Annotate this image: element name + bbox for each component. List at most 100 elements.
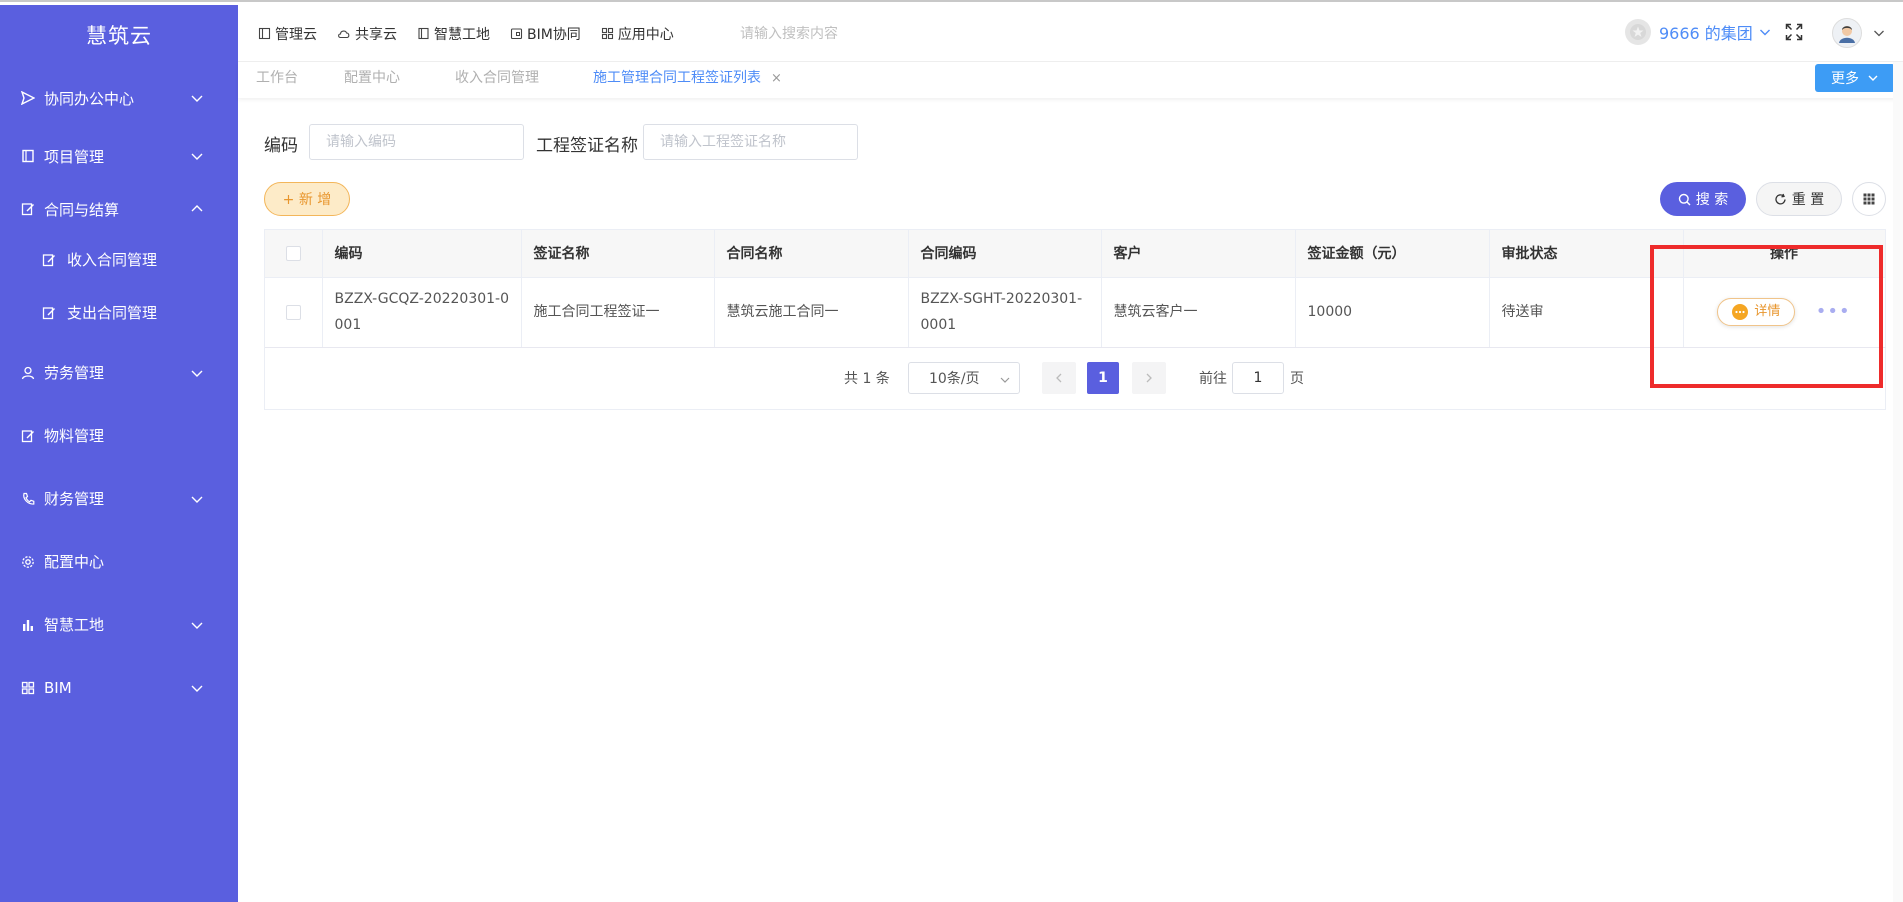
sidebar-item-bim[interactable]: BIM bbox=[0, 656, 238, 719]
top-nav: 管理云 共享云 智慧工地 BIM协同 应用中心 bbox=[258, 5, 694, 62]
chevron-down-icon bbox=[191, 685, 203, 692]
column-header[interactable]: 客户 bbox=[1101, 230, 1296, 278]
goto-label: 前往 bbox=[1199, 371, 1227, 387]
tabs-bar: 工作台 配置中心 收入合同管理 施工管理合同工程签证列表 × 更多 bbox=[238, 62, 1903, 98]
sidebar-item-project[interactable]: 项目管理 bbox=[0, 129, 238, 183]
sidebar-item-income-contract[interactable]: 收入合同管理 bbox=[0, 235, 238, 284]
column-header[interactable]: 合同名称 bbox=[714, 230, 909, 278]
grid-icon bbox=[20, 680, 36, 696]
add-label: + 新 增 bbox=[282, 192, 332, 208]
sidebar-item-contract-settlement[interactable]: 合同与结算 bbox=[0, 183, 238, 235]
user-avatar[interactable] bbox=[1832, 18, 1862, 48]
search-icon bbox=[1678, 193, 1691, 205]
global-search-input[interactable] bbox=[740, 23, 940, 45]
add-button[interactable]: + 新 增 bbox=[264, 182, 350, 216]
more-label: 更多 bbox=[1831, 71, 1859, 87]
code-input[interactable] bbox=[309, 124, 524, 160]
reset-label: 重 置 bbox=[1791, 192, 1825, 208]
nav-item-app-center[interactable]: 应用中心 bbox=[601, 24, 674, 44]
sidebar-item-material[interactable]: 物料管理 bbox=[0, 404, 238, 467]
sidebar-item-label: BIM bbox=[44, 678, 72, 697]
more-circle-icon bbox=[1732, 304, 1749, 320]
tab-income-contract[interactable]: 收入合同管理 bbox=[455, 62, 539, 94]
column-header[interactable]: 签证金额（元） bbox=[1295, 230, 1490, 278]
chevron-up-icon bbox=[191, 205, 203, 212]
chevron-down-icon[interactable] bbox=[1872, 26, 1886, 40]
edit-icon bbox=[42, 305, 58, 321]
app-logo: 慧筑云 bbox=[86, 24, 152, 48]
bar-chart-icon bbox=[20, 617, 36, 633]
page-number-current[interactable]: 1 bbox=[1087, 362, 1119, 394]
apps-icon bbox=[601, 27, 613, 40]
more-button[interactable]: 更多 bbox=[1815, 64, 1895, 92]
column-header[interactable]: 签证名称 bbox=[521, 230, 715, 278]
tab-label: 配置中心 bbox=[344, 70, 400, 86]
search-button[interactable]: 搜 索 bbox=[1660, 182, 1746, 216]
cube-icon bbox=[510, 28, 523, 40]
sidebar-item-expense-contract[interactable]: 支出合同管理 bbox=[0, 284, 238, 341]
sidebar-item-label: 劳务管理 bbox=[44, 364, 105, 382]
more-actions-icon[interactable]: ••• bbox=[1816, 299, 1851, 325]
next-page-button[interactable] bbox=[1132, 362, 1166, 394]
cell-customer: 慧筑云客户一 bbox=[1101, 277, 1296, 348]
nav-item-smart-site[interactable]: 智慧工地 bbox=[417, 24, 490, 44]
nav-label: BIM协同 bbox=[527, 26, 581, 43]
nav-item-bim-collab[interactable]: BIM协同 bbox=[510, 24, 581, 44]
tab-config-center[interactable]: 配置中心 bbox=[344, 62, 400, 94]
reset-button[interactable]: 重 置 bbox=[1756, 182, 1842, 216]
page-unit-label: 页 bbox=[1290, 371, 1304, 387]
tab-visa-list[interactable]: 施工管理合同工程签证列表 × bbox=[593, 62, 782, 94]
code-label: 编码 bbox=[264, 136, 298, 156]
visa-name-input[interactable] bbox=[643, 124, 858, 160]
chevron-down-icon bbox=[191, 95, 203, 102]
cell-actions: 详情 ••• bbox=[1683, 277, 1886, 348]
tab-workbench[interactable]: 工作台 bbox=[256, 62, 298, 94]
cloud-icon bbox=[338, 30, 350, 39]
sidebar-item-smart-site[interactable]: 智慧工地 bbox=[0, 593, 238, 656]
pagination-total: 共 1 条 bbox=[844, 371, 890, 387]
column-header[interactable]: 合同编码 bbox=[908, 230, 1102, 278]
org-name: 9666 的集团 bbox=[1659, 24, 1753, 43]
column-header[interactable]: 审批状态 bbox=[1489, 230, 1684, 278]
nav-label: 应用中心 bbox=[617, 26, 674, 43]
fullscreen-icon[interactable] bbox=[1785, 23, 1803, 45]
search-label: 搜 索 bbox=[1695, 192, 1729, 208]
detail-label: 详情 bbox=[1754, 304, 1781, 319]
sidebar-item-finance[interactable]: 财务管理 bbox=[0, 467, 238, 530]
nav-item-management-cloud[interactable]: 管理云 bbox=[258, 24, 317, 44]
cell-code: BZZX-GCQZ-20220301-0001 bbox=[322, 277, 522, 348]
sidebar-item-label: 合同与结算 bbox=[44, 200, 120, 219]
column-header[interactable]: 编码 bbox=[322, 230, 522, 278]
send-icon bbox=[20, 90, 36, 106]
cell-contract-name: 慧筑云施工合同一 bbox=[714, 277, 909, 348]
tab-label: 收入合同管理 bbox=[455, 70, 539, 86]
nav-item-shared-cloud[interactable]: 共享云 bbox=[337, 24, 397, 44]
sidebar-item-labor[interactable]: 劳务管理 bbox=[0, 341, 238, 404]
chevron-down-icon bbox=[191, 153, 203, 160]
book-icon bbox=[418, 27, 429, 40]
sidebar-item-label: 支出合同管理 bbox=[67, 304, 158, 322]
close-icon[interactable]: × bbox=[771, 71, 782, 86]
sidebar-item-collab-office[interactable]: 协同办公中心 bbox=[0, 67, 238, 129]
detail-button[interactable]: 详情 bbox=[1717, 298, 1796, 326]
phone-icon bbox=[20, 491, 36, 507]
table-row[interactable]: BZZX-GCQZ-20220301-0001 施工合同工程签证一 慧筑云施工合… bbox=[265, 277, 1886, 348]
column-settings-button[interactable] bbox=[1852, 182, 1886, 216]
select-all-checkbox[interactable] bbox=[285, 245, 301, 261]
vertical-scrollbar[interactable] bbox=[1893, 62, 1903, 902]
org-selector[interactable]: 9666 的集团 bbox=[1625, 19, 1772, 45]
prev-page-button[interactable] bbox=[1042, 362, 1076, 394]
sidebar-item-label: 收入合同管理 bbox=[67, 251, 158, 269]
sidebar-item-config[interactable]: 配置中心 bbox=[0, 530, 238, 593]
book-icon bbox=[20, 148, 36, 164]
cell-visa-name: 施工合同工程签证一 bbox=[521, 277, 715, 348]
nav-label: 管理云 bbox=[275, 26, 317, 43]
goto-page-input[interactable] bbox=[1232, 362, 1284, 394]
refresh-icon bbox=[1775, 193, 1786, 204]
select-all-cell bbox=[265, 230, 323, 278]
page-size-select[interactable]: 10条/页 bbox=[908, 362, 1020, 394]
row-checkbox[interactable] bbox=[285, 304, 301, 320]
sidebar-item-label: 协同办公中心 bbox=[44, 89, 135, 108]
cell-status: 待送审 bbox=[1489, 277, 1684, 348]
table-header-row: 编码 签证名称 合同名称 合同编码 客户 签证金额（元） 审批状态 操作 bbox=[265, 230, 1886, 278]
